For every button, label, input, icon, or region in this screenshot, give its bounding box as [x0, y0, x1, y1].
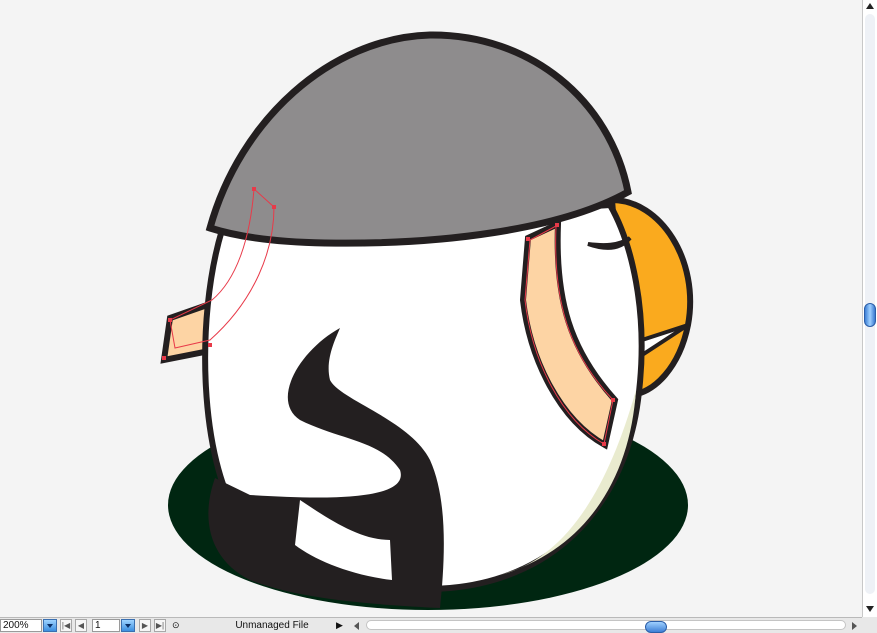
triangle-right-icon[interactable]: ▶ [336, 619, 346, 632]
page-dropdown-button[interactable] [121, 619, 135, 632]
penguin-artwork[interactable] [0, 0, 862, 617]
helmet[interactable] [205, 31, 632, 247]
scroll-up-arrow-icon[interactable] [866, 3, 874, 9]
horizontal-scrollbar[interactable] [352, 619, 862, 633]
page-number-field[interactable]: 1 [92, 619, 120, 632]
document-status-icon[interactable]: ⊙ [172, 619, 184, 632]
status-text[interactable]: Unmanaged File [212, 619, 332, 632]
scroll-down-arrow-icon[interactable] [866, 606, 874, 612]
horizontal-scroll-track[interactable] [366, 620, 846, 633]
zoom-dropdown-button[interactable] [43, 619, 57, 632]
resize-grip[interactable] [862, 617, 877, 633]
horizontal-scroll-thumb[interactable] [645, 621, 667, 633]
vertical-scroll-thumb[interactable] [864, 303, 876, 327]
first-page-icon[interactable]: |◀ [60, 619, 72, 632]
vertical-scrollbar[interactable] [862, 0, 877, 617]
artboard-canvas[interactable] [0, 0, 862, 617]
prev-page-icon[interactable]: ◀ [75, 619, 87, 632]
zoom-level-field[interactable]: 200% [0, 619, 42, 632]
scroll-right-arrow-icon[interactable] [852, 622, 857, 630]
next-page-icon[interactable]: ▶ [139, 619, 151, 632]
status-bar: 200% |◀ ◀ 1 ▶ ▶| ⊙ Unmanaged File ▶ [0, 617, 877, 633]
last-page-icon[interactable]: ▶| [154, 619, 166, 632]
scroll-left-arrow-icon[interactable] [354, 622, 359, 630]
